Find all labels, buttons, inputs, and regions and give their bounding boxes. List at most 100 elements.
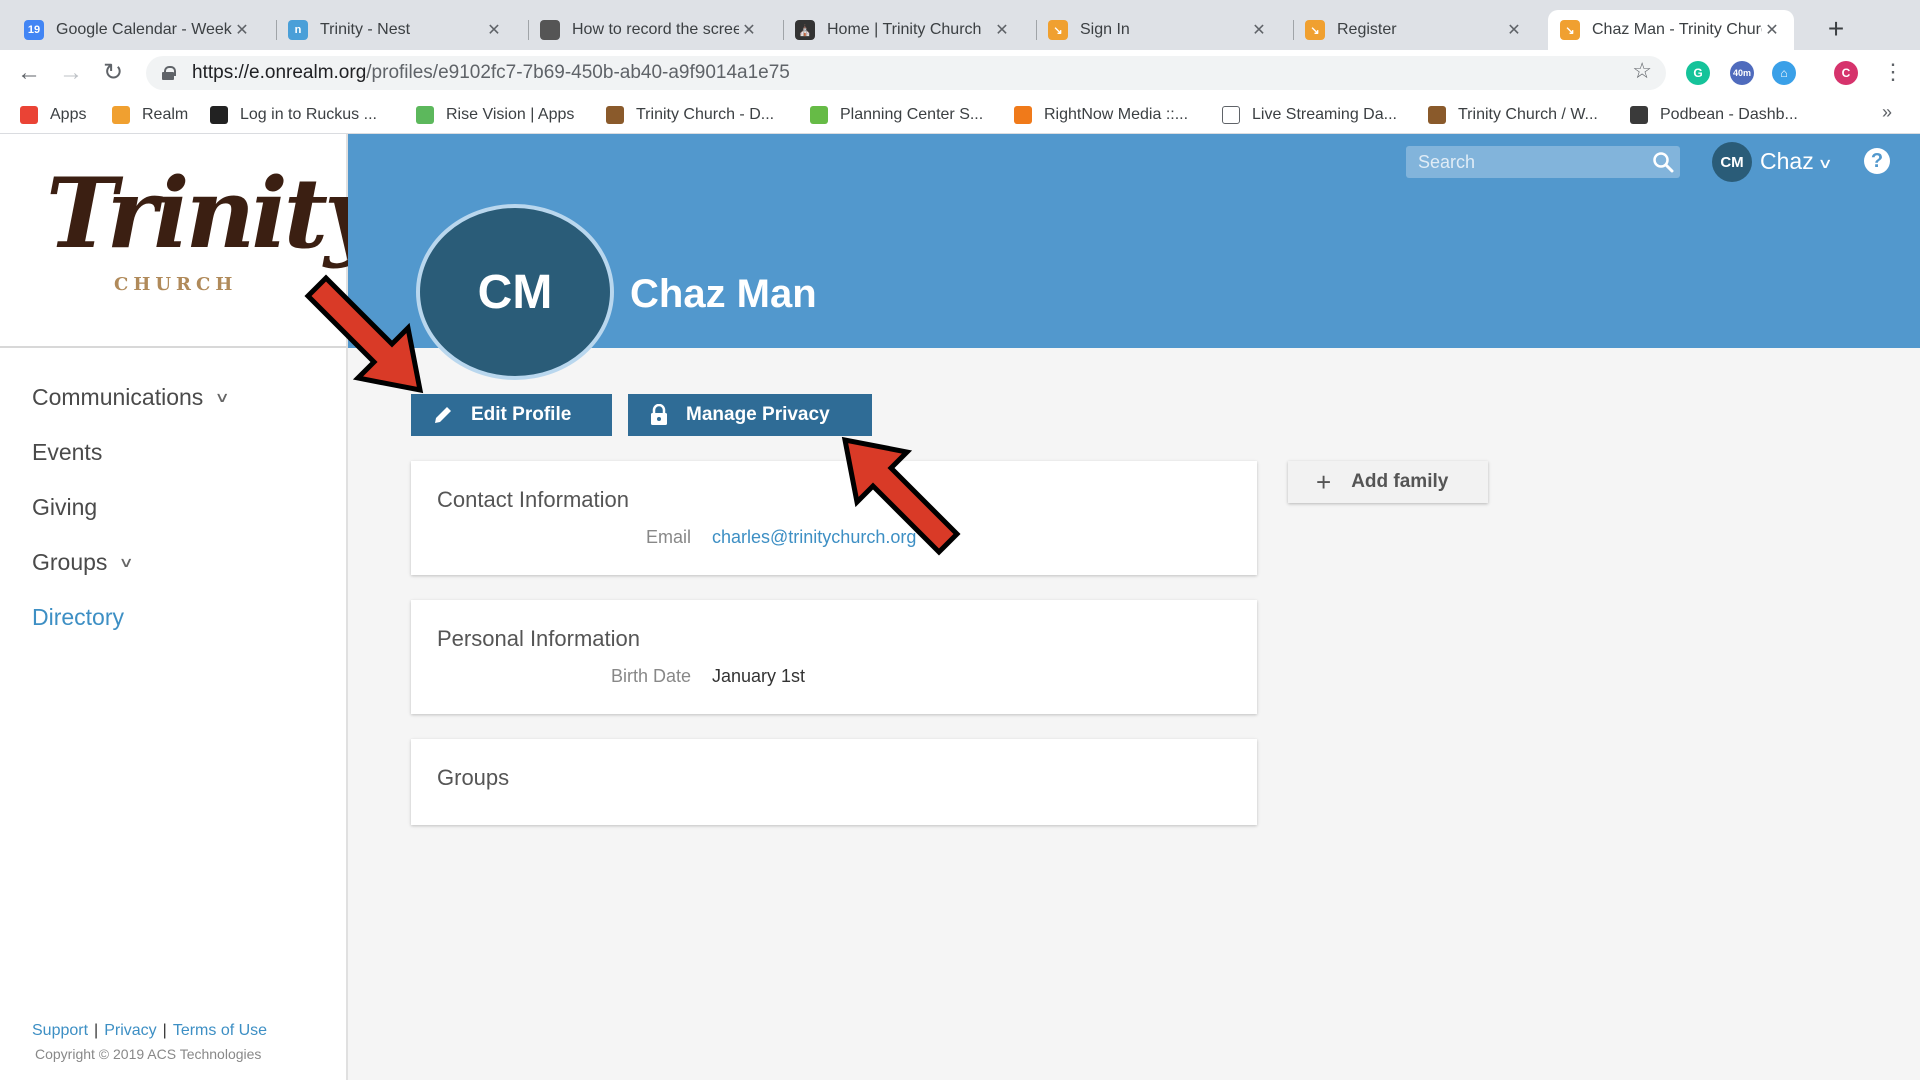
realm-icon: ↘ bbox=[1305, 20, 1325, 40]
bookmark-7[interactable]: Live Streaming Da... bbox=[1222, 96, 1397, 134]
ruckus-icon bbox=[210, 106, 228, 124]
bookmark-label: Live Streaming Da... bbox=[1252, 106, 1397, 123]
tab-6[interactable]: ↘ Chaz Man - Trinity Church ✕ bbox=[1548, 10, 1794, 50]
sidebar: Trinity CHURCH Communications ∨ Events Givi… bbox=[0, 134, 380, 1080]
bookmark-3[interactable]: Rise Vision | Apps bbox=[416, 96, 574, 134]
bookmark-label: Trinity Church - D... bbox=[636, 106, 775, 123]
tab-1[interactable]: n Trinity - Nest ✕ bbox=[276, 10, 516, 50]
profile-avatar: CM bbox=[416, 204, 614, 380]
close-tab-icon[interactable]: ✕ bbox=[484, 20, 504, 40]
birth-date-value: January 1st bbox=[712, 666, 806, 686]
church-logo[interactable]: Trinity CHURCH bbox=[0, 134, 380, 348]
sidebar-item-directory[interactable]: Directory bbox=[32, 590, 228, 645]
bookmark-label: Realm bbox=[142, 106, 189, 123]
lock-icon bbox=[651, 404, 667, 425]
realm-icon bbox=[112, 106, 130, 124]
card-title: Contact Information bbox=[437, 487, 629, 512]
url-path: /profiles/e9102fc7-7b69-450b-ab40-a9f901… bbox=[366, 62, 790, 83]
annotation-arrow-icon bbox=[304, 274, 424, 394]
bookmark-2[interactable]: Log in to Ruckus ... bbox=[210, 96, 377, 134]
tab-title: How to record the screen bbox=[572, 21, 739, 38]
tab-3[interactable]: ⛪ Home | Trinity Church ✕ bbox=[783, 10, 1024, 50]
tab-2[interactable]: How to record the screen ✕ bbox=[528, 10, 771, 50]
user-avatar[interactable]: CM bbox=[1712, 142, 1752, 182]
profile-name: Chaz Man bbox=[630, 272, 817, 316]
personal-information-card: Personal Information Birth Date January … bbox=[411, 600, 1257, 714]
close-tab-icon[interactable]: ✕ bbox=[232, 20, 252, 40]
bookmarks-overflow-icon[interactable]: » bbox=[1882, 102, 1892, 123]
timer-extension-icon[interactable]: 40m bbox=[1730, 61, 1754, 85]
help-icon[interactable]: ? bbox=[1864, 148, 1890, 174]
sidebar-item-label: Giving bbox=[32, 494, 98, 520]
nest-icon: n bbox=[288, 20, 308, 40]
rightnow-icon bbox=[1014, 106, 1032, 124]
privacy-link[interactable]: Privacy bbox=[104, 1022, 156, 1039]
bookmark-0[interactable]: Apps bbox=[20, 96, 86, 134]
footer-divider: | bbox=[94, 1022, 99, 1039]
bookmark-6[interactable]: RightNow Media ::... bbox=[1014, 96, 1188, 134]
reload-icon[interactable]: ↻ bbox=[98, 58, 128, 88]
tab-title: Trinity - Nest bbox=[320, 21, 411, 38]
groups-card: Groups bbox=[411, 739, 1257, 825]
logo-subtitle: CHURCH bbox=[114, 274, 238, 295]
sidebar-item-groups[interactable]: Groups ∨ bbox=[32, 535, 228, 590]
close-tab-icon[interactable]: ✕ bbox=[1504, 20, 1524, 40]
calendar-icon: 19 bbox=[24, 20, 44, 40]
bookmark-9[interactable]: Podbean - Dashb... bbox=[1630, 96, 1798, 134]
new-tab-button[interactable]: + bbox=[1820, 14, 1852, 46]
sidebar-item-events[interactable]: Events bbox=[32, 425, 228, 480]
close-tab-icon[interactable]: ✕ bbox=[992, 20, 1012, 40]
bookmarks-bar: Apps Realm Log in to Ruckus ... Rise Vision… bbox=[0, 96, 1920, 134]
sidebar-item-label: Groups bbox=[32, 549, 108, 575]
logo-wordmark: Trinity bbox=[46, 157, 380, 270]
tab-0[interactable]: 19 Google Calendar - Week ✕ bbox=[12, 10, 264, 50]
browser-menu-icon[interactable]: ⋮ bbox=[1882, 58, 1904, 86]
terms-link[interactable]: Terms of Use bbox=[173, 1022, 267, 1039]
tab-title: Sign In bbox=[1080, 21, 1130, 38]
user-menu-name[interactable]: Chaz bbox=[1760, 148, 1814, 175]
bookmark-label: Rise Vision | Apps bbox=[446, 106, 575, 123]
cross-icon bbox=[1428, 106, 1446, 124]
sidebar-item-label: Directory bbox=[32, 604, 125, 630]
search-input[interactable] bbox=[1406, 146, 1680, 178]
tab-title: Home | Trinity Church bbox=[827, 21, 982, 38]
manage-privacy-label: Manage Privacy bbox=[686, 404, 830, 425]
rise-vision-icon bbox=[416, 106, 434, 124]
close-tab-icon[interactable]: ✕ bbox=[739, 20, 759, 40]
url-host: https://e.onrealm.org bbox=[192, 62, 367, 83]
search-icon[interactable] bbox=[1652, 151, 1674, 173]
footer-links: Support | Privacy | Terms of Use bbox=[32, 1022, 267, 1040]
chevron-down-icon: ∨ bbox=[118, 554, 135, 570]
chevron-down-icon: ∨ bbox=[214, 389, 231, 405]
apple-icon bbox=[540, 20, 560, 40]
bookmark-star-icon[interactable]: ☆ bbox=[1632, 58, 1652, 84]
address-bar[interactable]: https://e.onrealm.org/profiles/e9102fc7-… bbox=[146, 56, 1666, 90]
sidebar-item-giving[interactable]: Giving bbox=[32, 480, 228, 535]
bookmark-1[interactable]: Realm bbox=[112, 96, 188, 134]
grammarly-icon[interactable]: G bbox=[1686, 61, 1710, 85]
realm-icon: ↘ bbox=[1560, 20, 1580, 40]
forward-icon[interactable]: → bbox=[56, 58, 86, 88]
sidebar-item-communications[interactable]: Communications ∨ bbox=[32, 370, 231, 425]
profile-icon[interactable]: C bbox=[1834, 61, 1858, 85]
tab-5[interactable]: ↘ Register ✕ bbox=[1293, 10, 1536, 50]
sidebar-item-label: Communications bbox=[32, 384, 204, 410]
bookmark-5[interactable]: Planning Center S... bbox=[810, 96, 983, 134]
tab-bar: 19 Google Calendar - Week ✕ n Trinity - Nest… bbox=[0, 0, 1920, 50]
edit-profile-button[interactable]: Edit Profile bbox=[411, 394, 612, 436]
add-family-button[interactable]: + Add family bbox=[1288, 461, 1488, 503]
add-family-label: Add family bbox=[1351, 471, 1449, 492]
tab-title: Google Calendar - Week bbox=[56, 21, 232, 38]
close-tab-icon[interactable]: ✕ bbox=[1249, 20, 1269, 40]
bookmark-8[interactable]: Trinity Church / W... bbox=[1428, 96, 1598, 134]
close-tab-icon[interactable]: ✕ bbox=[1762, 20, 1782, 40]
support-link[interactable]: Support bbox=[32, 1022, 88, 1039]
bookmark-4[interactable]: Trinity Church - D... bbox=[606, 96, 774, 134]
chevron-down-icon[interactable]: ∨ bbox=[1817, 155, 1832, 172]
card-title: Personal Information bbox=[437, 626, 640, 651]
lock-icon bbox=[162, 66, 176, 80]
tab-4[interactable]: ↘ Sign In ✕ bbox=[1036, 10, 1281, 50]
home-extension-icon[interactable]: ⌂ bbox=[1772, 61, 1796, 85]
back-icon[interactable]: ← bbox=[14, 58, 44, 88]
realm-icon: ↘ bbox=[1048, 20, 1068, 40]
